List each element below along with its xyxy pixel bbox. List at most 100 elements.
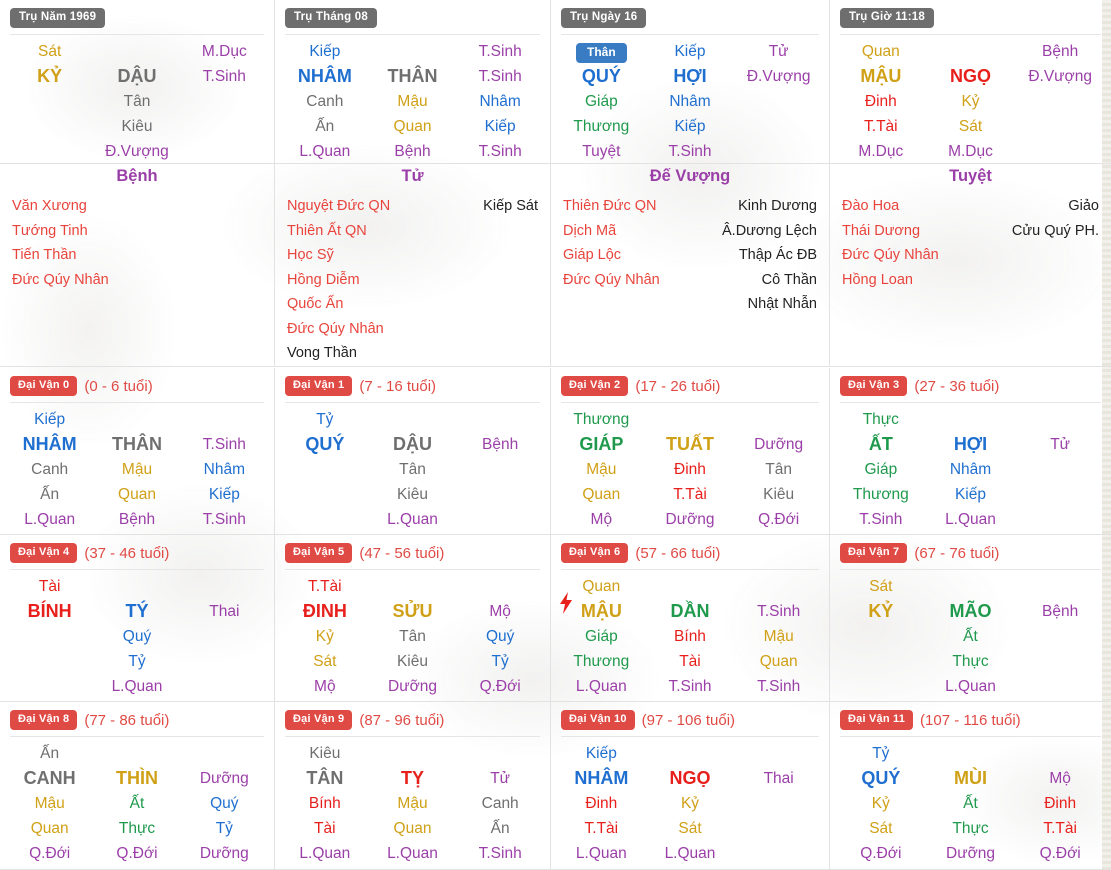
chart-cell: MẬU: [860, 66, 902, 86]
pillar-column-1: DẬU Tân Kiêu L.Quan: [369, 407, 457, 532]
chart-cell: Kiếp: [484, 118, 516, 135]
than-sat-item[interactable]: Đức Qúy Nhân: [842, 243, 939, 268]
chart-cell: Quan: [861, 43, 900, 60]
chart-cell: T.Sinh: [859, 511, 903, 528]
than-sat-item[interactable]: Thiên Ất QN: [287, 219, 390, 244]
than-sat-item[interactable]: Giáp Lộc: [563, 243, 660, 268]
dai-van-chip[interactable]: Đại Vận 6: [561, 543, 629, 563]
than-sat-item[interactable]: Vong Thần: [287, 341, 390, 366]
than-sat-item[interactable]: Hồng Loan: [842, 268, 939, 293]
dai-van-chip[interactable]: Đại Vận 2: [561, 376, 629, 396]
dai-van-header: Đại Vận 1 (7 - 16 tuổi): [275, 368, 550, 396]
than-sat-item[interactable]: Giảo: [1068, 194, 1099, 219]
dai-van-panel-6[interactable]: Đại Vận 6 (57 - 66 tuổi) Quan MẬU Giáp Thương…: [551, 535, 830, 702]
pillar-panel-1[interactable]: Trụ Tháng 08 Kiếp NHÂM Canh Ấn L.Quan THÂN Mậu Q…: [275, 0, 551, 164]
pillar-panel-0[interactable]: Trụ Năm 1969 Sát KỶ DẬU Tân Kiêu Đ.Vượng M.Dục T…: [0, 0, 275, 164]
chart-cell: Tỷ: [128, 653, 146, 670]
chart-cell: T.Sinh: [478, 68, 522, 85]
dai-van-panel-0[interactable]: Đại Vận 0 (0 - 6 tuổi) Kiếp NHÂM Canh Ấn L.Qua…: [0, 368, 275, 535]
dai-van-chip[interactable]: Đại Vận 9: [285, 710, 353, 730]
dai-van-age-range: (77 - 86 tuổi): [84, 711, 170, 729]
than-sat-item[interactable]: Văn Xương: [12, 194, 109, 219]
dai-van-panel-9[interactable]: Đại Vận 9 (87 - 96 tuổi) Kiêu TÂN Bính Tài L.Q…: [275, 702, 551, 870]
than-sat-panel-1[interactable]: Tử Nguyệt Đức QN Thiên Ất QN Học Sỹ Hồng Diễ…: [275, 164, 551, 367]
than-sat-left-list: Văn Xương Tướng Tinh Tiến Thần Đức Qúy Nhân: [12, 194, 109, 388]
pillar-columns: Sát KỶ DẬU Tân Kiêu Đ.Vượng M.Dục T.Sinh: [0, 35, 274, 164]
chart-cell: Nhâm: [203, 461, 245, 478]
dai-van-panel-4[interactable]: Đại Vận 4 (37 - 46 tuổi) Tài BÍNH TÝ Quý Tỷ L.Q…: [0, 535, 275, 702]
dai-van-chip[interactable]: Đại Vận 7: [840, 543, 908, 563]
than-sat-item[interactable]: Kiếp Sát: [483, 194, 538, 219]
than-sat-item[interactable]: Đức Qúy Nhân: [287, 317, 390, 342]
than-sat-item[interactable]: Nhật Nhẫn: [748, 292, 817, 317]
pillar-columns: Quan MẬU Đinh T.Tài M.Dục NGỌ Kỷ Sát M.Dục Bệnh Đ.…: [830, 35, 1111, 164]
than-sat-item[interactable]: Thập Ác ĐB: [739, 243, 817, 268]
chart-cell: Dưỡng: [199, 845, 249, 862]
dai-van-age-range: (27 - 36 tuổi): [914, 377, 1000, 395]
pillar-chip[interactable]: Trụ Giờ 11:18: [840, 8, 934, 28]
than-sat-panel-3[interactable]: Tuyệt Đào Hoa Thái Dương Đức Qúy Nhân Hồng L…: [830, 164, 1111, 367]
dai-van-chip[interactable]: Đại Vận 11: [840, 710, 914, 730]
dai-van-header: Đại Vận 2 (17 - 26 tuổi): [551, 368, 829, 396]
than-sat-item[interactable]: Tiến Thần: [12, 243, 109, 268]
than-sat-item[interactable]: Đào Hoa: [842, 194, 939, 219]
pillar-chip[interactable]: Trụ Ngày 16: [561, 8, 647, 28]
dai-van-chip[interactable]: Đại Vận 3: [840, 376, 908, 396]
dai-van-panel-5[interactable]: Đại Vận 5 (47 - 56 tuổi) T.Tài ĐINH Kỷ Sát Mộ S…: [275, 535, 551, 702]
than-sat-item[interactable]: Kinh Dương: [738, 194, 817, 219]
than-sat-body: Đào Hoa Thái Dương Đức Qúy Nhân Hồng Loan Gi…: [830, 186, 1111, 388]
pillar-chip[interactable]: Trụ Tháng 08: [285, 8, 377, 28]
pillar-column-2: Bệnh: [456, 407, 544, 532]
dai-van-panel-10[interactable]: Đại Vận 10 (97 - 106 tuổi) Kiếp NHÂM Đinh T.T…: [551, 702, 830, 870]
dai-van-chip[interactable]: Đại Vận 10: [561, 710, 635, 730]
chart-cell: Sát: [678, 820, 702, 837]
chart-cell: Kỷ: [680, 795, 700, 812]
than-sat-item[interactable]: Đức Qúy Nhân: [12, 268, 109, 293]
than-sat-right-list: Kiếp Sát: [483, 194, 538, 388]
pillar-header: Trụ Tháng 08: [275, 0, 550, 28]
than-sat-item[interactable]: Đức Qúy Nhân: [563, 268, 660, 293]
pillar-column-0: Sát KỶ: [6, 39, 93, 164]
dai-van-chip[interactable]: Đại Vận 0: [10, 376, 78, 396]
chart-cell: TÝ: [125, 601, 149, 621]
than-sat-item[interactable]: Thiên Đức QN: [563, 194, 660, 219]
chart-cell: Mộ: [489, 603, 511, 620]
dai-van-chip[interactable]: Đại Vận 5: [285, 543, 353, 563]
dai-van-panel-3[interactable]: Đại Vận 3 (27 - 36 tuổi) Thực ẤT Giáp Thương T…: [830, 368, 1111, 535]
pillar-panel-3[interactable]: Trụ Giờ 11:18 Quan MẬU Đinh T.Tài M.Dục NGỌ Kỷ S…: [830, 0, 1111, 164]
chart-cell: Dưỡng: [754, 436, 804, 453]
dai-van-panel-8[interactable]: Đại Vận 8 (77 - 86 tuổi) Ấn CANH Mậu Quan Q.Đớ…: [0, 702, 275, 870]
dai-van-age-range: (17 - 26 tuổi): [635, 377, 721, 395]
than-sat-panel-2[interactable]: Đế Vượng Thiên Đức QN Dịch Mã Giáp Lộc Đức Q…: [551, 164, 830, 367]
than-sat-item[interactable]: Nguyệt Đức QN: [287, 194, 390, 219]
than-sat-item[interactable]: Â.Dương Lệch: [722, 219, 817, 244]
than-sat-item[interactable]: Học Sỹ: [287, 243, 390, 268]
chart-cell: Kiếp: [674, 43, 706, 60]
than-sat-item[interactable]: Cửu Quý PH.: [1012, 219, 1099, 244]
than-sat-item[interactable]: Tướng Tinh: [12, 219, 109, 244]
than-sat-item[interactable]: Quốc Ấn: [287, 292, 390, 317]
chart-cell: Sát: [958, 118, 983, 135]
than-sat-stage-title: Đế Vượng: [649, 167, 731, 185]
dai-van-panel-7[interactable]: Đại Vận 7 (67 - 76 tuổi) Sát KỶ MÃO Ất Thực L.Q…: [830, 535, 1111, 702]
dai-van-chip[interactable]: Đại Vận 4: [10, 543, 78, 563]
dai-van-chip[interactable]: Đại Vận 8: [10, 710, 78, 730]
chart-cell: T.Tài: [673, 486, 707, 503]
dai-van-age-range: (107 - 116 tuổi): [920, 711, 1021, 729]
dai-van-panel-2[interactable]: Đại Vận 2 (17 - 26 tuổi) Thương GIÁP Mậu Quan…: [551, 368, 830, 535]
dai-van-panel-11[interactable]: Đại Vận 11 (107 - 116 tuổi) Tỷ QUÝ Kỷ Sát Q.Đớ…: [830, 702, 1111, 870]
chart-cell: Mậu: [34, 795, 65, 812]
than-sat-item[interactable]: Dịch Mã: [563, 219, 660, 244]
chart-cell: Ấn: [315, 118, 335, 135]
than-sat-item[interactable]: Cô Thần: [762, 268, 817, 293]
pillar-panel-2[interactable]: Trụ Ngày 16 Thân QUÝ Giáp Thương Tuyệt Kiếp HỢI…: [551, 0, 830, 164]
than-sat-panel-0[interactable]: Bệnh Văn Xương Tướng Tinh Tiến Thần Đức Qúy …: [0, 164, 275, 367]
dai-van-panel-1[interactable]: Đại Vận 1 (7 - 16 tuổi) Tỷ QUÝ DẬU Tân Kiêu L.Q…: [275, 368, 551, 535]
dai-van-chip[interactable]: Đại Vận 1: [285, 376, 353, 396]
than-sat-body: Thiên Đức QN Dịch Mã Giáp Lộc Đức Qúy Nhân K…: [551, 186, 829, 388]
pillar-column-0: Tài BÍNH: [6, 574, 93, 699]
than-sat-item[interactable]: Hồng Diễm: [287, 268, 390, 293]
than-sat-item[interactable]: Thái Dương: [842, 219, 939, 244]
pillar-column-0: Kiêu TÂN Bính Tài L.Quan: [281, 741, 369, 866]
pillar-chip[interactable]: Trụ Năm 1969: [10, 8, 106, 28]
